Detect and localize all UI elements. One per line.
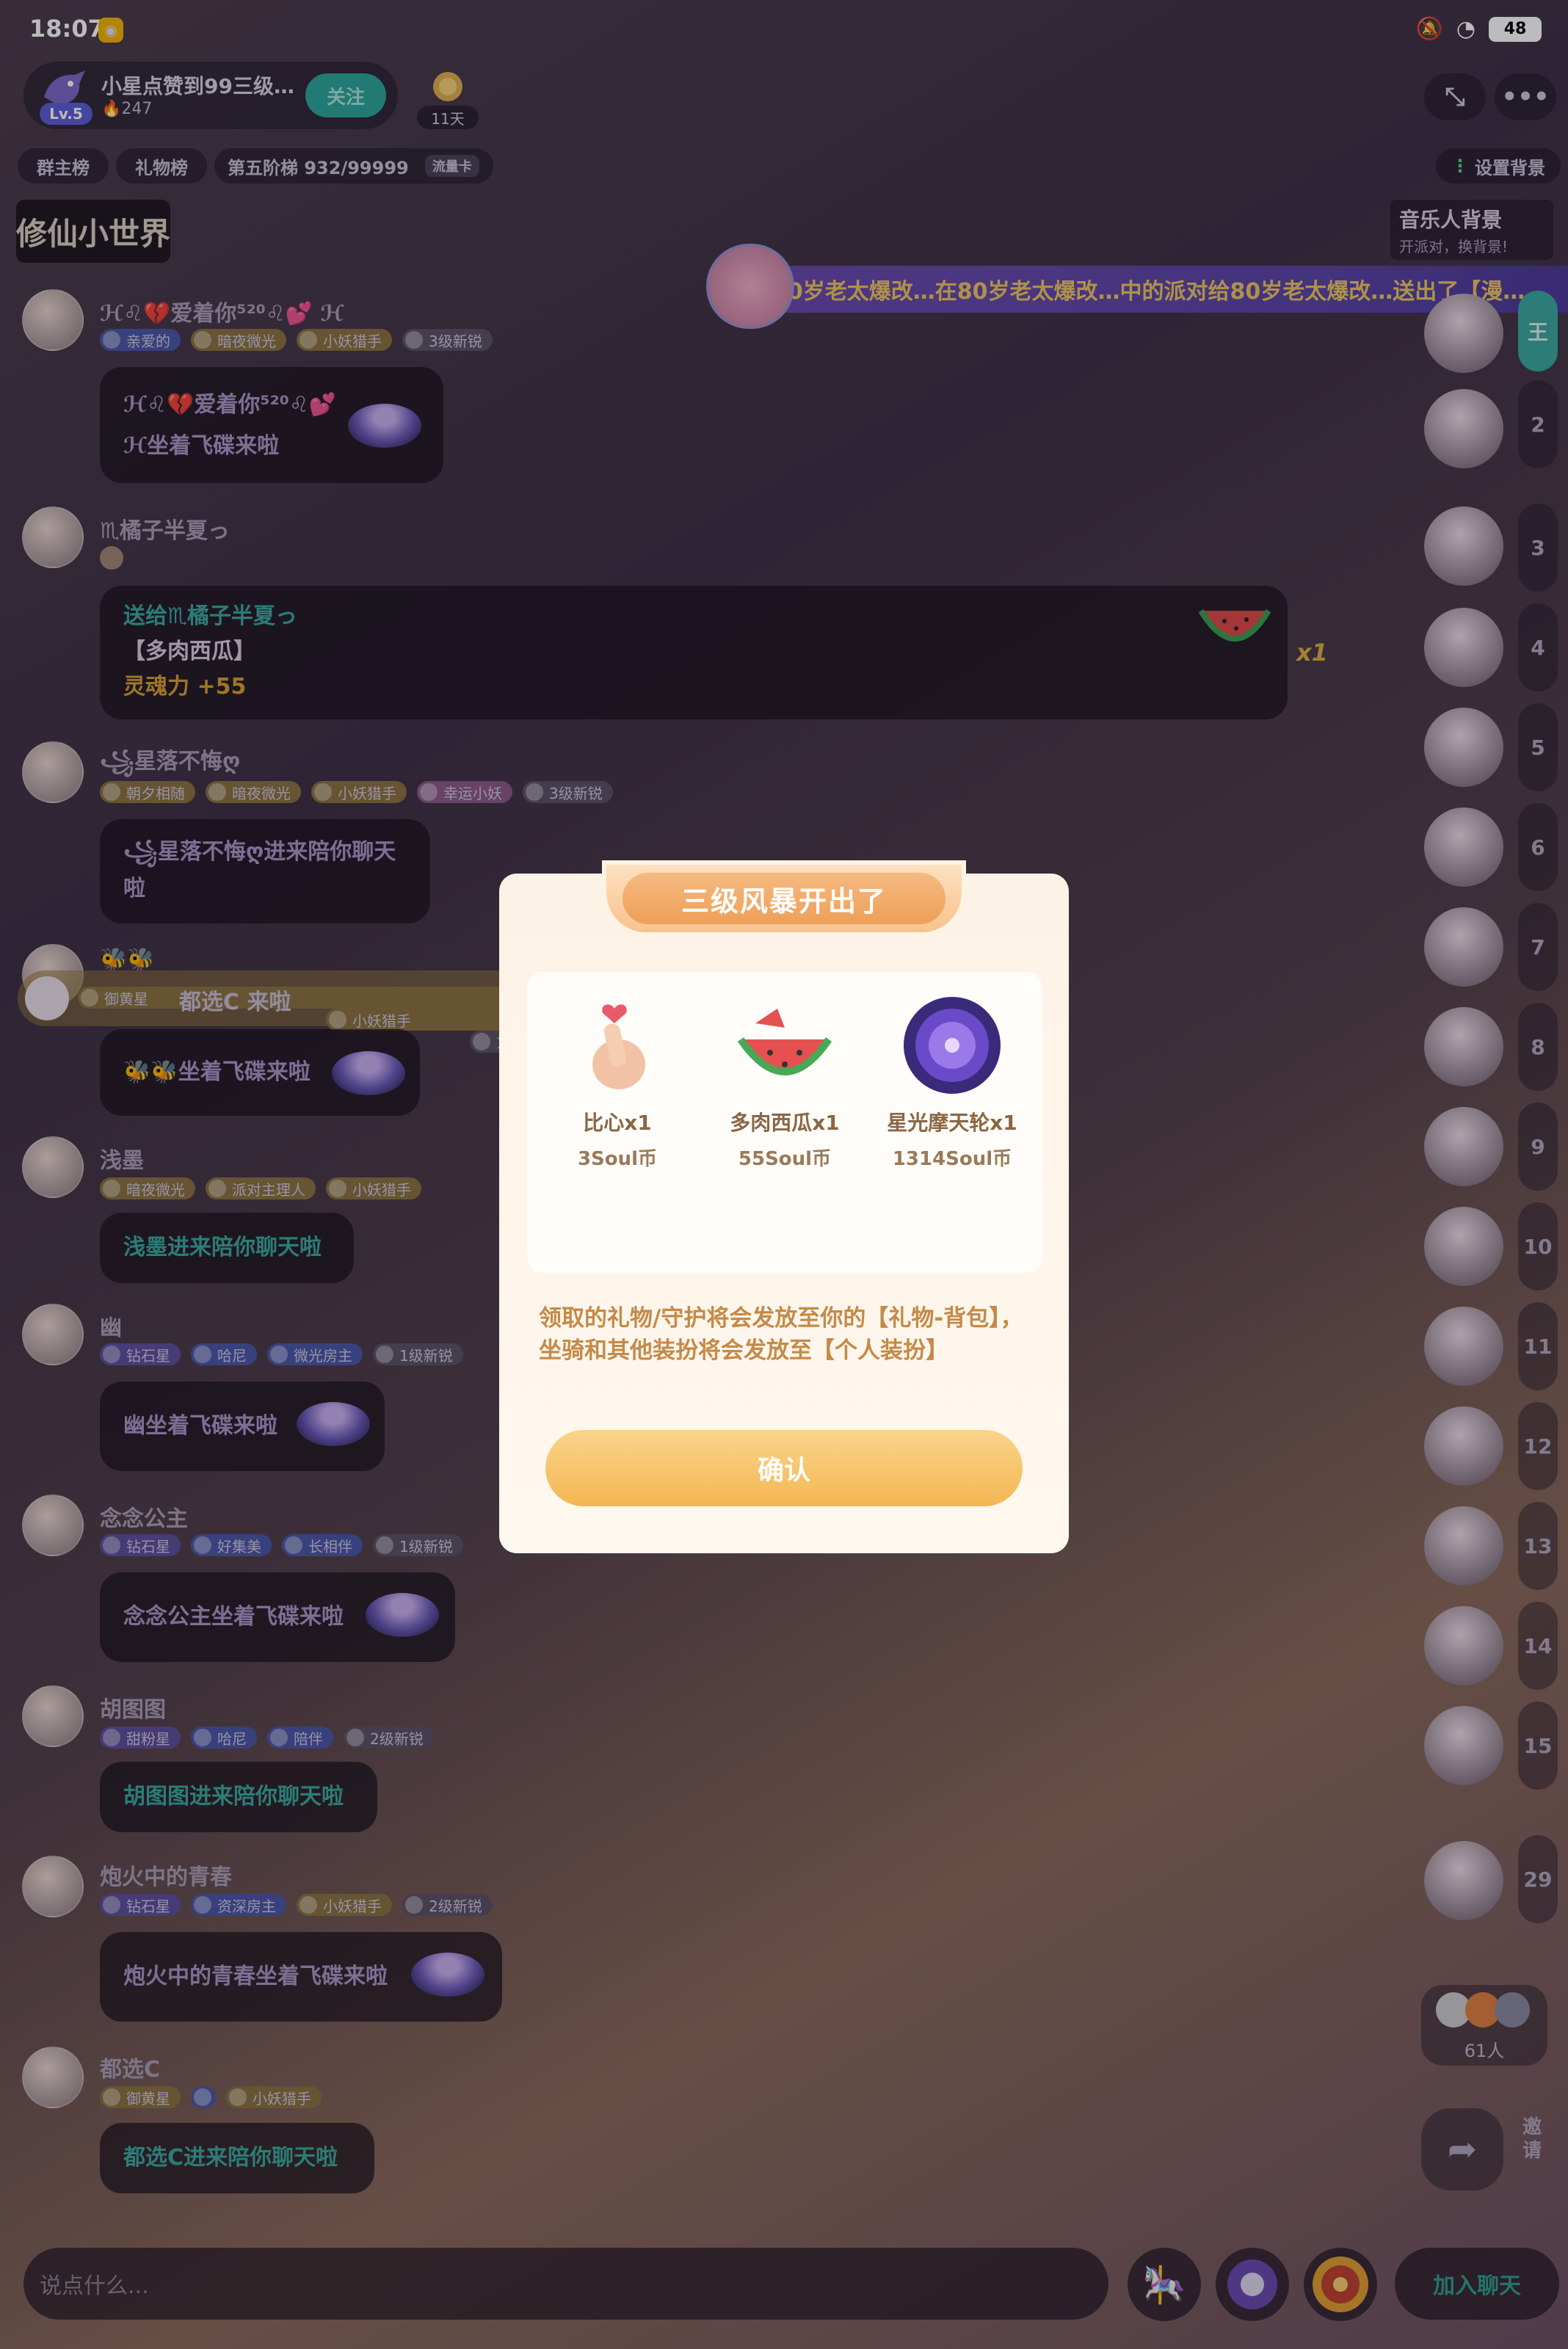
prize-name: 多肉西瓜x1 [730,1111,840,1135]
prize-item: 星光摩天轮x1 1314Soul币 [868,994,1037,1171]
modal-header: 三级风暴开出了 [602,860,966,937]
storm-result-modal: 三级风暴开出了 比心x1 3Soul币 多肉西瓜x1 55Soul币 星光摩天轮… [499,860,1069,1553]
prize-price: 3Soul币 [577,1148,658,1170]
prize-item: 比心x1 3Soul币 [533,994,702,1171]
ferris-wheel-icon [901,994,1003,1097]
confirm-button[interactable]: 确认 [545,1430,1023,1506]
watermelon-icon [733,994,836,1097]
prize-panel: 比心x1 3Soul币 多肉西瓜x1 55Soul币 星光摩天轮x1 1314S… [527,972,1042,1273]
prize-item: 多肉西瓜x1 55Soul币 [700,994,869,1171]
modal-title: 三级风暴开出了 [623,873,945,924]
heart-hand-icon [566,994,669,1097]
modal-note: 领取的礼物/守护将会发放至你的【礼物-背包】，坐骑和其他装扮将会发放至【个人装扮… [539,1305,1023,1364]
prize-name: 比心x1 [583,1111,652,1135]
prize-price: 55Soul币 [738,1148,832,1170]
prize-name: 星光摩天轮x1 [887,1111,1017,1135]
prize-price: 1314Soul币 [892,1148,1012,1170]
